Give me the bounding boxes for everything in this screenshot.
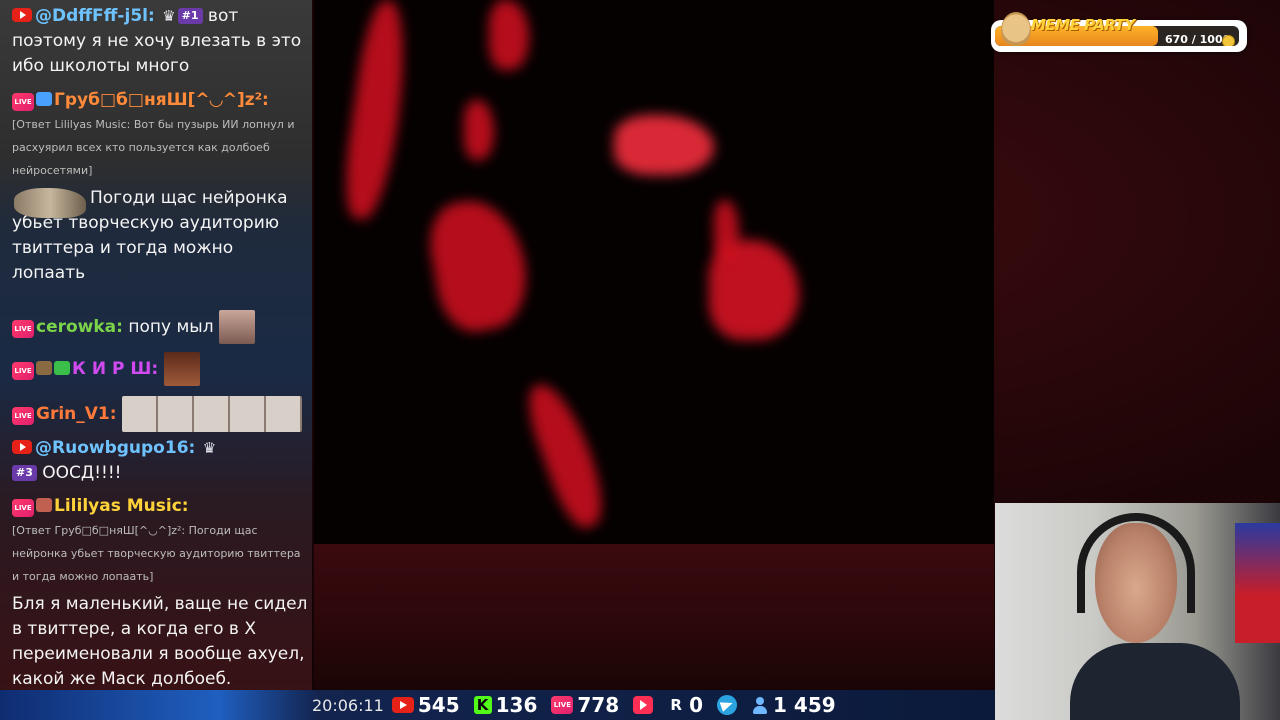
video-frame xyxy=(314,0,994,544)
reply-quote: [Ответ Lililyas Music: Вот бы пузырь ИИ … xyxy=(12,118,295,177)
flag-decoration xyxy=(1235,523,1280,643)
chat-text: попу мыл xyxy=(128,317,214,337)
total-viewers: 1 459 xyxy=(751,693,836,717)
youtube-icon xyxy=(391,697,414,713)
chat-text: ООСД!!!! xyxy=(42,463,122,483)
chat-username: Груб□б□няШ[^◡^]z²: xyxy=(54,90,269,110)
rutube-viewers xyxy=(633,696,654,714)
streamer-body xyxy=(1070,643,1240,720)
kick-viewers: K 136 xyxy=(473,693,537,717)
live-icon: LIVE xyxy=(12,362,34,380)
chat-username: Lililyas Music: xyxy=(54,496,189,516)
stream-lower-area xyxy=(314,544,994,690)
chat-message: LIVE Lililyas Music: [Ответ Груб□б□няШ[^◡… xyxy=(12,494,308,692)
meme-party-logo: MEME PARTY xyxy=(1031,16,1135,34)
headset-icon xyxy=(1077,513,1195,613)
chat-text: Бля я маленький, ваще не сидел в твиттер… xyxy=(12,594,308,689)
chat-message: LIVE cerowka: попу мыл xyxy=(12,310,308,344)
meme-party-widget: 670 / 1000 MEME PARTY xyxy=(991,12,1247,52)
telegram-icon xyxy=(717,695,738,715)
chat-username: cerowka: xyxy=(36,317,123,337)
chat-text: поэтому я не хочу влезать в это ибо школ… xyxy=(12,31,302,76)
chat-text: вот xyxy=(207,6,239,26)
user-icon xyxy=(751,696,769,714)
r-icon: R xyxy=(670,696,682,714)
chat-username: @Ruowbgupo16: xyxy=(35,438,196,458)
live-icon: LIVE xyxy=(12,93,34,111)
webcam-overlay xyxy=(995,503,1280,720)
face-emote-image xyxy=(218,310,255,344)
chat-username: Grin_V1: xyxy=(36,404,117,424)
live-icon: LIVE xyxy=(551,696,574,714)
chat-message: LIVE Grin_V1: xyxy=(12,396,308,432)
viewer-stats: 20:06:11 545 K 136 LIVE 778 R 0 1 459 xyxy=(312,693,850,717)
kick-icon: K xyxy=(473,696,492,714)
emoji-icon xyxy=(36,498,52,512)
telegram-link xyxy=(717,695,738,715)
chat-username: К И Р Ш: xyxy=(72,359,159,379)
cat-emote-image xyxy=(14,188,86,218)
chat-message: @DdffFff-j5l: ♛ #1 вот поэтому я не хочу … xyxy=(12,4,308,79)
avatar-emote-image xyxy=(163,352,200,386)
rank-badge: #1 xyxy=(177,8,203,24)
emoji-icon xyxy=(36,92,52,106)
rank-badge: #3 xyxy=(12,465,37,481)
live-viewers: LIVE 778 xyxy=(551,693,619,717)
doge-icon xyxy=(1001,12,1031,48)
youtube-viewers: 545 xyxy=(391,693,460,717)
live-icon: LIVE xyxy=(12,407,34,425)
youtube-icon xyxy=(12,440,32,454)
coin-icon xyxy=(1222,35,1235,46)
chat-message: LIVE Груб□б□няШ[^◡^]z²: [Ответ Lililyas M… xyxy=(12,88,308,286)
meme-progress-count: 670 / 1000 xyxy=(1165,33,1231,46)
chat-username: @DdffFff-j5l: xyxy=(35,6,155,26)
chat-message: @Ruowbgupo16: ♛ #3 ООСД!!!! xyxy=(12,436,308,486)
youtube-icon xyxy=(12,8,32,22)
stream-clock: 20:06:11 xyxy=(312,695,384,715)
rutube-icon xyxy=(633,696,654,714)
crown-icon: ♛ xyxy=(202,439,217,457)
live-icon: LIVE xyxy=(12,320,34,338)
live-icon: LIVE xyxy=(12,499,34,517)
emoji-icon xyxy=(36,361,52,375)
chat-panel: @DdffFff-j5l: ♛ #1 вот поэтому я не хочу … xyxy=(0,0,312,720)
r-viewers: R 0 xyxy=(667,693,703,717)
crown-icon: ♛ xyxy=(162,7,176,25)
face-emote-strip xyxy=(121,396,302,432)
emoji-icon xyxy=(54,361,70,375)
reply-quote: [Ответ Груб□б□няШ[^◡^]z²: Погоди щас ней… xyxy=(12,524,301,583)
chat-message: LIVE К И Р Ш: xyxy=(12,352,308,386)
